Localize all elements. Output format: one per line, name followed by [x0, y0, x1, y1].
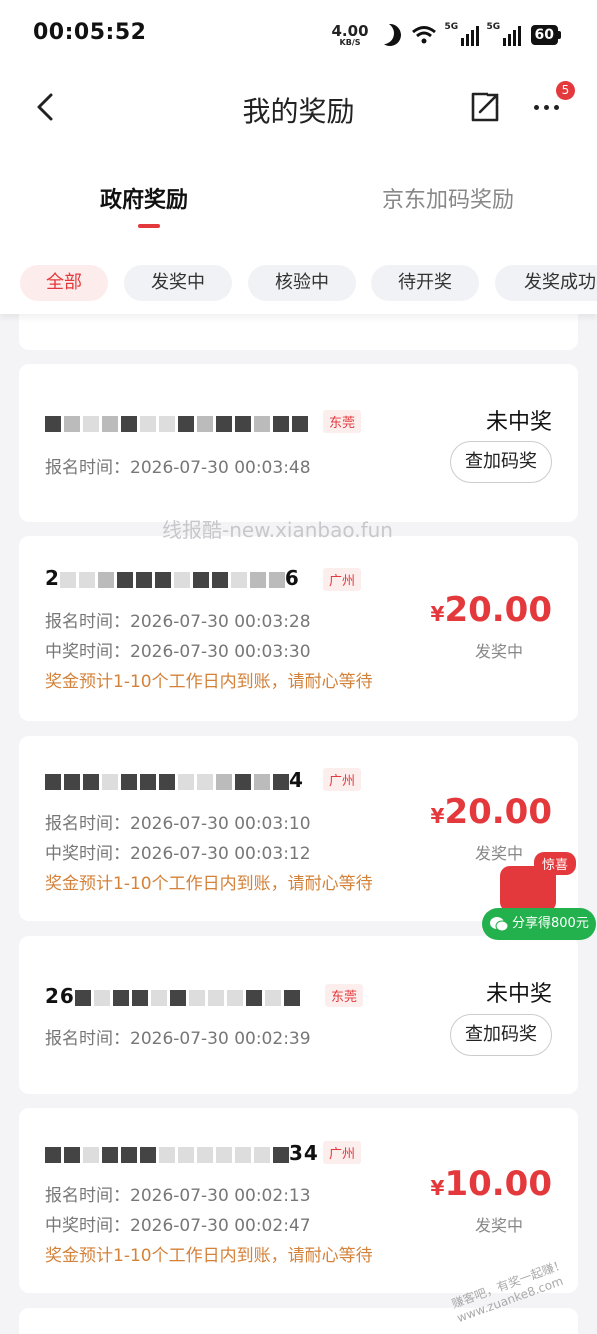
signup-time: 报名时间：2026-07-30 00:03:48: [45, 458, 311, 478]
order-id: [45, 410, 308, 434]
result-status: 未中奖: [485, 410, 552, 435]
chip-pending-draw[interactable]: 待开奖: [371, 265, 479, 301]
city-tag: 东莞: [325, 984, 364, 1007]
record-card[interactable]: 26 东莞 报名时间：2026-07-30 00:02:39 未中奖 查加码奖: [19, 936, 578, 1094]
share-reward-button[interactable]: 分享得800元: [482, 908, 596, 940]
net-speed: 4.00 KB/S: [331, 21, 369, 47]
chip-awarding[interactable]: 发奖中: [124, 265, 232, 301]
tab-underline: [138, 224, 160, 228]
wechat-icon: [490, 917, 508, 932]
masked-id: [74, 989, 300, 1006]
filter-chips: 全部 发奖中 核验中 待开奖 发奖成功: [0, 250, 597, 314]
chip-all[interactable]: 全部: [20, 265, 108, 301]
reward-tabs: 政府奖励 京东加码奖励: [0, 150, 597, 250]
result-status: 未中奖: [485, 982, 552, 1007]
prize-amount: ¥10.00: [430, 1164, 552, 1204]
page-title: 我的奖励: [242, 95, 355, 128]
win-time: 中奖时间：2026-07-30 00:03:30: [45, 642, 311, 662]
masked-id: [59, 571, 285, 588]
record-card[interactable]: 34 广州 报名时间：2026-07-30 00:02:13 中奖时间：2026…: [19, 1108, 578, 1293]
status-bar: 00:05:52 4.00 KB/S 5G 5G 60: [0, 0, 597, 70]
chip-verifying[interactable]: 核验中: [248, 265, 356, 301]
payout-note: 奖金预计1-10个工作日内到账，请耐心等待: [45, 672, 373, 692]
order-id: 26: [45, 566, 300, 590]
record-card[interactable]: 东莞 报名时间：2026-07-30 00:03:48 未中奖 查加码奖: [19, 364, 578, 522]
check-bonus-button[interactable]: 查加码奖: [450, 441, 552, 483]
net-speed-unit: KB/S: [339, 37, 361, 47]
signal-tag: 5G: [444, 22, 459, 32]
payout-status: 发奖中: [474, 642, 523, 661]
share-button[interactable]: [468, 90, 502, 124]
signup-time: 报名时间：2026-07-30 00:02:13: [45, 1186, 311, 1206]
masked-id: [45, 1146, 289, 1163]
city-tag: 广州: [323, 1141, 362, 1164]
city-tag: 广州: [323, 568, 362, 591]
win-time: 中奖时间：2026-07-30 00:02:47: [45, 1216, 311, 1236]
moon-icon: [375, 21, 403, 49]
more-icon: [533, 104, 539, 110]
prize-amount: ¥20.00: [430, 792, 552, 832]
wifi-icon: [411, 26, 436, 44]
net-speed-value: 4.00: [331, 21, 369, 40]
share-gift-widget[interactable]: 惊喜 分享得800元: [480, 852, 597, 946]
battery-icon: 60: [530, 25, 561, 45]
surprise-label: 惊喜: [534, 852, 577, 875]
city-tag: 广州: [323, 768, 362, 791]
payout-note: 奖金预计1-10个工作日内到账，请耐心等待: [45, 874, 373, 894]
battery-level: 60: [530, 25, 558, 45]
order-id: 26: [45, 984, 300, 1008]
tab-government-rewards[interactable]: 政府奖励: [100, 182, 188, 214]
notification-badge: 5: [556, 81, 575, 100]
masked-id: [45, 773, 289, 790]
check-bonus-button[interactable]: 查加码奖: [450, 1014, 552, 1056]
chip-awarded[interactable]: 发奖成功: [495, 265, 597, 301]
share-reward-label: 分享得800元: [512, 916, 589, 931]
order-id: 4: [45, 768, 304, 792]
win-time: 中奖时间：2026-07-30 00:03:12: [45, 844, 311, 864]
signal-icon: 5G: [486, 22, 521, 46]
payout-note: 奖金预计1-10个工作日内到账，请耐心等待: [45, 1246, 373, 1266]
record-card[interactable]: 26 广州 报名时间：2026-07-30 00:03:28 中奖时间：2026…: [19, 536, 578, 721]
city-tag: 东莞: [323, 410, 362, 433]
signup-time: 报名时间：2026-07-30 00:03:28: [45, 612, 311, 632]
share-icon: [471, 92, 499, 122]
signal-icon: 5G: [444, 22, 479, 46]
order-id: 34: [45, 1141, 319, 1165]
prize-amount: ¥20.00: [430, 590, 552, 630]
status-icons: 4.00 KB/S 5G 5G 60: [331, 20, 561, 50]
masked-id: [45, 415, 308, 432]
header: 我的奖励: [0, 70, 597, 150]
signup-time: 报名时间：2026-07-30 00:03:10: [45, 814, 311, 834]
payout-status: 发奖中: [474, 1216, 523, 1235]
status-time: 00:05:52: [33, 20, 147, 45]
watermark: 线报酷-new.xianbao.fun: [162, 518, 393, 542]
signal-tag: 5G: [486, 22, 501, 32]
signup-time: 报名时间：2026-07-30 00:02:39: [45, 1029, 311, 1049]
tab-jd-bonus-rewards[interactable]: 京东加码奖励: [382, 182, 514, 214]
